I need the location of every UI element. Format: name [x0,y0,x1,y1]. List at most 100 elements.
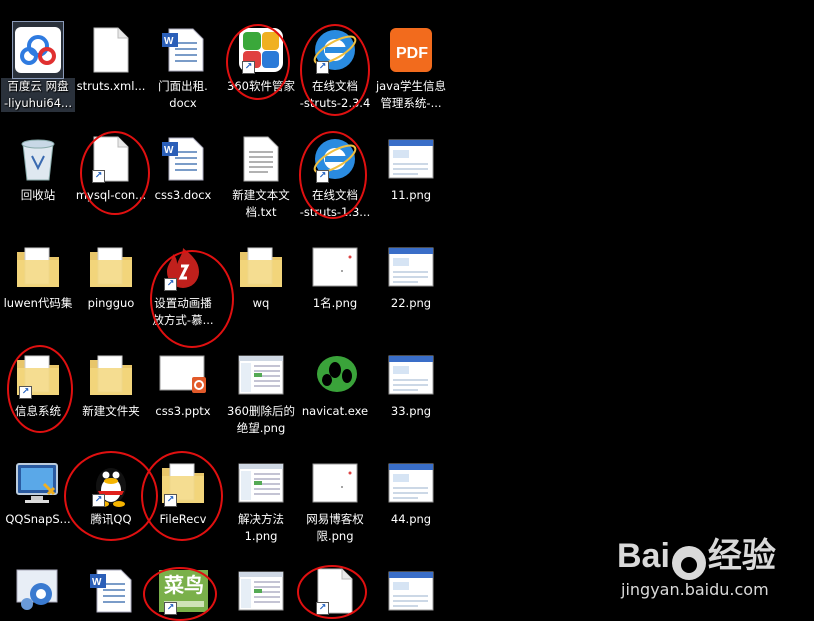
pptx-icon [158,347,208,403]
baidu-jingyan-watermark: Bai 经验 jingyan.baidu.com [617,528,807,608]
desktop-shortcut-label: luwen代码集 [3,296,73,310]
image-file-icon [236,455,286,511]
desktop-shortcut[interactable]: W [75,563,147,619]
filerecv-icon: ↗ [158,455,208,511]
struts-xml-icon [86,22,136,78]
navicat-icon [310,347,360,403]
desktop-shortcut[interactable]: navicat.exe [299,347,371,420]
qqsnapshot-icon [13,455,63,511]
desktop-shortcut-label: 回收站 [20,188,56,202]
desktop-shortcut[interactable]: ↗ 360软件管家 [225,22,297,95]
desktop-shortcut[interactable]: 回收站 [2,131,74,204]
desktop-shortcut-label: FileRecv [159,512,207,526]
settings-icon [13,563,63,619]
desktop-shortcut[interactable]: 22.png [375,239,447,312]
desktop-shortcut[interactable]: 360删除后的 绝望.png [225,347,297,437]
desktop-shortcut[interactable]: css3.pptx [147,347,219,420]
desktop-shortcut[interactable] [2,563,74,619]
desktop-shortcut[interactable]: ↗ 在线文档 -struts-1.3... [299,131,371,221]
desktop-shortcut[interactable]: pingguo [75,239,147,312]
desktop-shortcut-label: css3.pptx [155,404,211,418]
desktop-shortcut[interactable]: ↗ 信息系统 [2,347,74,420]
image-file-icon [386,347,436,403]
image-file-icon [236,347,286,403]
desktop-shortcut-label: wq [252,296,270,310]
runoob-logo-text: 菜鸟 [164,573,204,597]
desktop-shortcut[interactable]: ↗ [299,563,371,619]
desktop-shortcut[interactable]: struts.xml... [75,22,147,95]
word-doc-icon: W [158,131,208,187]
image-file-icon [236,563,286,619]
image-file-icon [386,239,436,295]
shortcut-arrow-icon: ↗ [19,386,32,399]
desktop-shortcut[interactable]: 44.png [375,455,447,528]
shortcut-arrow-icon: ↗ [92,170,105,183]
desktop-shortcut[interactable]: ↗ mysql-con... [75,131,147,204]
desktop-shortcut[interactable]: wq [225,239,297,312]
image-file-icon [310,239,360,295]
image-file-icon [386,131,436,187]
svg-text:W: W [164,145,174,156]
desktop-shortcut-label: 新建文本文 档.txt [232,188,290,219]
shortcut-arrow-icon: ↗ [92,494,105,507]
desktop-shortcut[interactable]: Wcss3.docx [147,131,219,204]
shortcut-arrow-icon: ↗ [164,602,177,615]
desktop-shortcut[interactable]: 新建文本文 档.txt [225,131,297,221]
runoob-icon: 菜鸟 ↗ [158,563,208,619]
desktop-shortcut-label: 设置动画播 放方式-慕... [152,296,214,327]
svg-text:W: W [164,36,174,47]
desktop-shortcut[interactable]: 33.png [375,347,447,420]
desktop-shortcut[interactable]: 百度云 网盘 -liyuhui64... [1,21,75,112]
folder-icon [236,239,286,295]
desktop-shortcut[interactable]: 11.png [375,131,447,204]
word-doc-icon: W [86,563,136,619]
baiduyun-icon [12,21,64,79]
desktop-shortcut[interactable] [375,563,447,619]
desktop-shortcut[interactable]: QQSnapS... [2,455,74,528]
desktop-shortcut[interactable]: 菜鸟 ↗ [147,563,219,619]
desktop-shortcut[interactable]: W 门面出租. docx [147,22,219,112]
folder-icon [86,239,136,295]
svg-text:PDF: PDF [396,45,428,62]
desktop-shortcut-label: 360软件管家 [227,79,295,93]
desktop-shortcut-label: navicat.exe [301,404,369,418]
folder-icon [13,239,63,295]
blank-shortcut-icon: ↗ [310,563,360,619]
desktop-shortcut-label: java学生信息 管理系统-... [375,79,447,110]
folder-shortcut-icon: ↗ [13,347,63,403]
desktop-shortcut[interactable] [225,563,297,619]
desktop-shortcut[interactable]: ↗ 设置动画播 放方式-慕... [147,239,219,329]
online-doc-icon: ↗ [310,131,360,187]
image-file-icon [386,455,436,511]
desktop-shortcut[interactable]: 网易博客权 限.png [299,455,371,545]
360-manager-icon: ↗ [236,22,286,78]
desktop-shortcut[interactable]: 新建文件夹 [75,347,147,420]
desktop-shortcut[interactable]: 解决方法 1.png [225,455,297,545]
desktop-shortcut-label: 信息系统 [15,404,61,418]
desktop-shortcut[interactable]: ↗ 在线文档 -struts-2.3.4 [299,22,371,112]
desktop-shortcut-label: css3.docx [154,188,212,202]
desktop-shortcut-label: QQSnapS... [5,512,71,526]
desktop-shortcut-label: 解决方法 1.png [238,512,284,543]
watermark-brand-right: 经验 [707,537,776,575]
desktop-shortcut[interactable]: PDF java学生信息 管理系统-... [375,22,447,112]
shortcut-arrow-icon: ↗ [316,170,329,183]
online-doc-icon: ↗ [310,22,360,78]
shortcut-arrow-icon: ↗ [164,494,177,507]
desktop-shortcut[interactable]: luwen代码集 [2,239,74,312]
desktop-shortcut-label: 44.png [390,512,432,526]
desktop-shortcut-label: 33.png [390,404,432,418]
desktop-shortcut-label: 百度云 网盘 -liyuhui64... [1,78,75,112]
desktop-shortcut-label: 新建文件夹 [82,404,140,418]
desktop-shortcut-label: 网易博客权 限.png [306,512,364,543]
desktop-shortcut[interactable]: ↗ 腾讯QQ [75,455,147,528]
desktop-shortcut-label: struts.xml... [76,79,146,93]
desktop-shortcut[interactable]: 1名.png [299,239,371,312]
desktop-shortcut-label: pingguo [87,296,135,310]
svg-text:W: W [92,577,102,588]
desktop-shortcut-label: 1名.png [312,296,358,310]
qq-icon: ↗ [86,455,136,511]
image-file-icon [310,455,360,511]
recycle-bin-icon [13,131,63,187]
desktop-shortcut[interactable]: ↗ FileRecv [147,455,219,528]
